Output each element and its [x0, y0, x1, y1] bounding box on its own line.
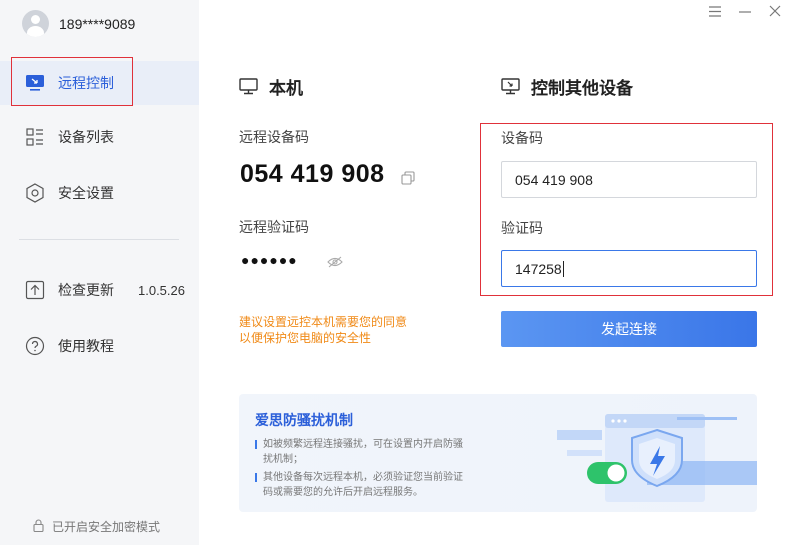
banner-title: 爱思防骚扰机制: [255, 412, 353, 428]
user-name: 189****9089: [59, 15, 136, 32]
remote-verify-code-value: 147258: [515, 260, 562, 277]
menu-icon[interactable]: [707, 4, 723, 20]
encryption-status: 已开启安全加密模式: [33, 518, 160, 535]
remote-device-code-label: 设备码: [501, 130, 543, 146]
verify-code-masked: ●●●●●●: [241, 252, 298, 268]
security-warning[interactable]: 建议设置远控本机需要您的同意 以便保护您电脑的安全性: [239, 314, 407, 346]
sidebar-item-label: 设备列表: [58, 129, 114, 145]
warning-line: 建议设置远控本机需要您的同意: [239, 315, 408, 329]
sidebar-item-label: 安全设置: [58, 185, 114, 201]
local-section-title: 本机: [239, 74, 303, 99]
close-icon[interactable]: [767, 4, 783, 20]
sidebar-item-security[interactable]: 安全设置: [0, 173, 199, 213]
banner-item: 如被频繁远程连接骚扰，可在设置内开启防骚扰机制；: [255, 437, 465, 467]
highlight-box: [11, 57, 133, 106]
upload-icon: [25, 280, 45, 300]
copy-icon[interactable]: [401, 171, 415, 190]
eye-off-icon[interactable]: [327, 255, 343, 273]
connect-button[interactable]: 发起连接: [501, 311, 757, 347]
sidebar-item-check-update[interactable]: 检查更新 1.0.5.26: [0, 270, 199, 310]
remote-device-code-input[interactable]: 054 419 908: [501, 161, 757, 198]
remote-verify-code-input[interactable]: 147258: [501, 250, 757, 287]
local-title-text: 本机: [269, 79, 303, 98]
shield-hex-icon: [25, 183, 45, 203]
minimize-icon[interactable]: [737, 4, 753, 20]
version-label: 1.0.5.26: [138, 282, 185, 298]
remote-verify-code-label: 验证码: [501, 220, 543, 236]
banner-item: 其他设备每次远程本机，必须验证您当前验证码或需要您的允许后开启远程服务。: [255, 470, 465, 500]
encryption-status-text: 已开启安全加密模式: [52, 520, 161, 534]
sidebar: 189****9089 远程控制 设备列表 安全设置 检查更新 1.0.5.26…: [0, 0, 199, 545]
local-device-code: 054 419 908: [240, 160, 385, 188]
monitor-outline-icon: [239, 78, 258, 95]
text-caret: [562, 260, 564, 277]
help-icon: [25, 336, 45, 356]
list-icon: [25, 127, 45, 147]
sidebar-item-tutorial[interactable]: 使用教程: [0, 326, 199, 366]
sidebar-divider: [19, 239, 179, 240]
user-profile[interactable]: 189****9089: [22, 10, 135, 37]
remote-monitor-icon: [501, 78, 520, 95]
verify-code-label: 远程验证码: [239, 219, 309, 235]
sidebar-item-device-list[interactable]: 设备列表: [0, 117, 199, 157]
device-code-label: 远程设备码: [239, 129, 309, 145]
avatar[interactable]: [22, 10, 49, 37]
remote-section-title: 控制其他设备: [501, 74, 633, 99]
remote-device-code-value: 054 419 908: [515, 171, 593, 188]
remote-title-text: 控制其他设备: [531, 79, 633, 98]
shield-illustration: [557, 414, 757, 502]
lock-icon: [33, 518, 44, 535]
warning-line: 以便保护您电脑的安全性: [239, 331, 372, 345]
sidebar-item-label: 使用教程: [58, 338, 114, 354]
anti-harassment-banner: 爱思防骚扰机制 如被频繁远程连接骚扰，可在设置内开启防骚扰机制； 其他设备每次远…: [239, 394, 757, 512]
sidebar-item-label: 检查更新: [58, 282, 114, 298]
